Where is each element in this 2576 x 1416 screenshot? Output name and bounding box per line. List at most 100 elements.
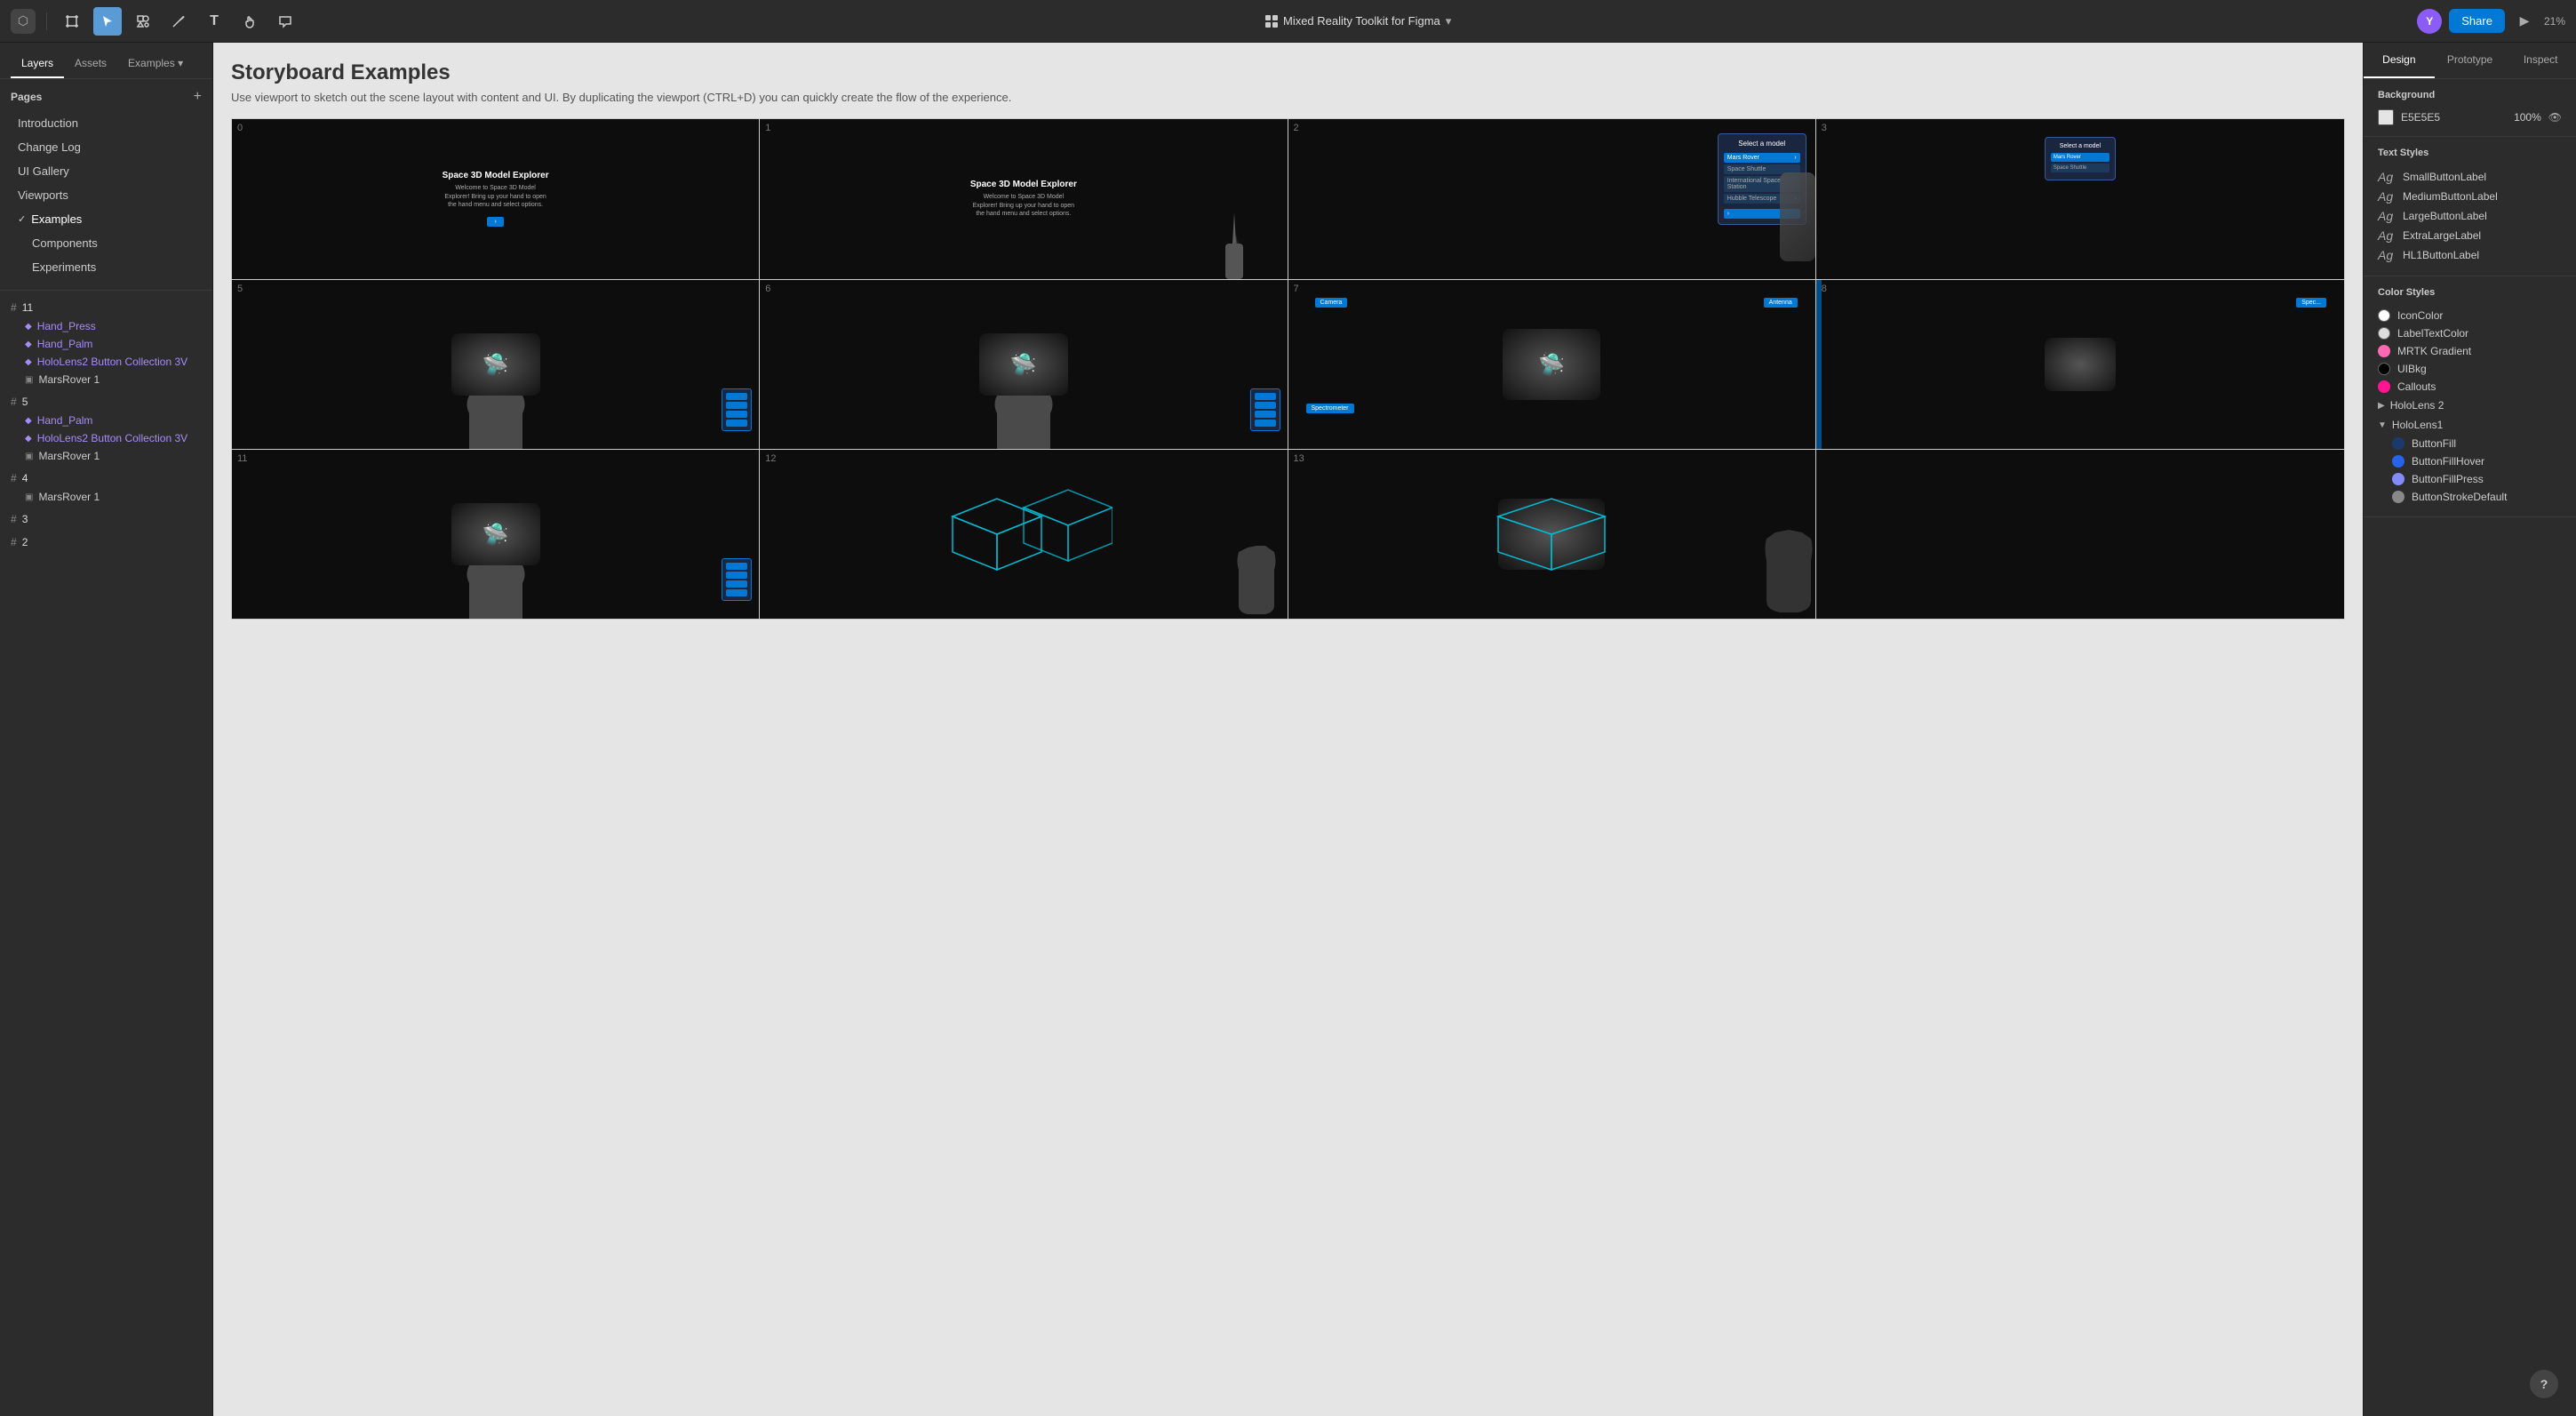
group-num-5: 5: [22, 396, 28, 408]
logo-button[interactable]: ⬡: [11, 9, 36, 34]
image-icon: ▣: [25, 492, 33, 502]
share-button[interactable]: Share: [2449, 9, 2505, 33]
layer-name: MarsRover 1: [38, 450, 100, 462]
cell-num-11: 11: [237, 453, 247, 464]
file-title[interactable]: Mixed Reality Toolkit for Figma ▾: [1265, 14, 1451, 28]
right-panel-tabs: Design Prototype Inspect: [2364, 43, 2576, 79]
hash-icon: #: [11, 301, 17, 314]
page-viewports[interactable]: Viewports: [11, 183, 202, 207]
user-avatar[interactable]: Y: [2417, 9, 2442, 34]
page-components[interactable]: Components: [11, 231, 202, 255]
antenna-tag: Antenna: [1764, 298, 1798, 308]
page-experiments[interactable]: Experiments: [11, 255, 202, 279]
tab-inspect[interactable]: Inspect: [2505, 43, 2576, 78]
callouts-dot: [2378, 380, 2390, 393]
hologlens1-group-header[interactable]: ▼ HoloLens1: [2378, 415, 2562, 435]
rover-7: 🛸: [1503, 329, 1600, 400]
layer-marsrover-5[interactable]: ▣ MarsRover 1: [11, 447, 202, 465]
button-fill-press-label: ButtonFillPress: [2412, 473, 2484, 485]
hologlens2-group-header[interactable]: ▶ HoloLens 2: [2378, 396, 2562, 415]
comment-tool[interactable]: [271, 7, 299, 36]
zoom-level[interactable]: 21%: [2544, 15, 2565, 28]
cell-num-13: 13: [1294, 453, 1304, 464]
story-cell-7: 7 🛸 Camera Antenna Spectrometer: [1288, 280, 1816, 449]
menu-item-1: Mars Rover›: [1724, 153, 1800, 163]
scene-text-1: Space 3D Model Explorer Welcome to Space…: [970, 180, 1077, 219]
hologlens1-group-items: ButtonFill ButtonFillHover ButtonFillPre…: [2378, 435, 2562, 506]
layer-marsrover-11[interactable]: ▣ MarsRover 1: [11, 371, 202, 388]
tab-design[interactable]: Design: [2364, 43, 2435, 78]
layer-hand-palm-5[interactable]: ◆ Hand_Palm: [11, 412, 202, 429]
layer-group-header-3[interactable]: # 3: [11, 509, 202, 529]
page-uigallery[interactable]: UI Gallery: [11, 159, 202, 183]
tab-layers[interactable]: Layers: [11, 50, 64, 78]
layer-group-header-11[interactable]: # 11: [11, 298, 202, 317]
hand-right-13: [1762, 525, 1815, 619]
side-panel-5: [722, 388, 752, 431]
layer-hand-palm-11[interactable]: ◆ Hand_Palm: [11, 335, 202, 353]
layer-group-header-4[interactable]: # 4: [11, 468, 202, 488]
play-button[interactable]: ▶: [2512, 9, 2537, 34]
scene-text-0: Space 3D Model Explorer Welcome to Space…: [443, 171, 549, 228]
changelog-label: Change Log: [18, 140, 81, 154]
icon-color-label: IconColor: [2397, 309, 2443, 322]
layer-name: HoloLens2 Button Collection 3V: [37, 356, 187, 368]
button-fill-dot: [2392, 437, 2405, 450]
canvas-subtitle: Use viewport to sketch out the scene lay…: [231, 91, 2345, 104]
pen-tool[interactable]: [164, 7, 193, 36]
tab-prototype[interactable]: Prototype: [2435, 43, 2506, 78]
camera-tag: Camera: [1315, 298, 1348, 308]
hand-pointing: [1216, 208, 1252, 279]
experiments-label: Experiments: [32, 260, 96, 274]
move-tool[interactable]: [93, 7, 122, 36]
cell-num-5: 5: [237, 284, 243, 294]
layer-marsrover-4[interactable]: ▣ MarsRover 1: [11, 488, 202, 506]
text-icon: T: [210, 13, 219, 29]
story-cell-5: 5 🛸: [232, 280, 760, 449]
scene-body-1: Welcome to Space 3D Model Explorer! Brin…: [970, 193, 1077, 219]
wireframe-overlay: [1489, 490, 1614, 579]
layer-group-header-2[interactable]: # 2: [11, 532, 202, 552]
frame-tool[interactable]: [58, 7, 86, 36]
group-num-11: 11: [22, 301, 33, 314]
component-icon: ◆: [25, 340, 32, 349]
pages-section: Pages + Introduction Change Log UI Galle…: [0, 79, 212, 290]
tab-assets[interactable]: Assets: [64, 50, 117, 78]
text-styles-section: Text Styles Ag SmallButtonLabel Ag Mediu…: [2364, 137, 2576, 276]
pages-label: Pages: [11, 91, 42, 103]
shape-tool[interactable]: [129, 7, 157, 36]
ag-icon-small: Ag: [2378, 170, 2396, 184]
hand-right-12: [1234, 543, 1279, 619]
hologlens2-toggle[interactable]: ▶: [2378, 401, 2385, 411]
tab-examples[interactable]: Examples ▾: [117, 50, 194, 78]
side-panel-6: [1250, 388, 1280, 431]
bg-color-swatch[interactable]: [2378, 109, 2394, 125]
layer-hlbc-5[interactable]: ◆ HoloLens2 Button Collection 3V: [11, 429, 202, 447]
help-button[interactable]: ?: [2530, 1370, 2558, 1398]
layer-group-header-5[interactable]: # 5: [11, 392, 202, 412]
cell-num-0: 0: [237, 123, 243, 133]
page-changelog[interactable]: Change Log: [11, 135, 202, 159]
cell-content-13: [1288, 450, 1815, 619]
hologlens1-toggle[interactable]: ▼: [2378, 420, 2387, 430]
color-button-fill: ButtonFill: [2392, 435, 2562, 452]
bg-hex-value: E5E5E5: [2401, 111, 2507, 124]
icon-color-dot: [2378, 309, 2390, 322]
ag-icon-hl1: Ag: [2378, 248, 2396, 262]
style-item-small: Ag SmallButtonLabel: [2378, 167, 2562, 187]
component-icon: ◆: [25, 357, 32, 367]
page-introduction[interactable]: Introduction: [11, 111, 202, 135]
page-examples[interactable]: ✓ Examples: [11, 207, 202, 231]
text-tool[interactable]: T: [200, 7, 228, 36]
storyboard-row-1: 0 Space 3D Model Explorer Welcome to Spa…: [231, 118, 2345, 280]
style-item-large: Ag LargeButtonLabel: [2378, 206, 2562, 226]
title-chevron: ▾: [1446, 14, 1452, 28]
storyboard-row-2: 5 🛸: [231, 280, 2345, 450]
style-item-hl1: Ag HL1ButtonLabel: [2378, 245, 2562, 265]
hand-tool[interactable]: [235, 7, 264, 36]
main-area: Layers Assets Examples ▾ Pages + Introdu…: [0, 43, 2576, 1416]
add-page-button[interactable]: +: [194, 90, 202, 104]
visibility-toggle[interactable]: 👁: [2548, 111, 2562, 124]
layer-hlbc-11[interactable]: ◆ HoloLens2 Button Collection 3V: [11, 353, 202, 371]
layer-hand-press[interactable]: ◆ Hand_Press: [11, 317, 202, 335]
